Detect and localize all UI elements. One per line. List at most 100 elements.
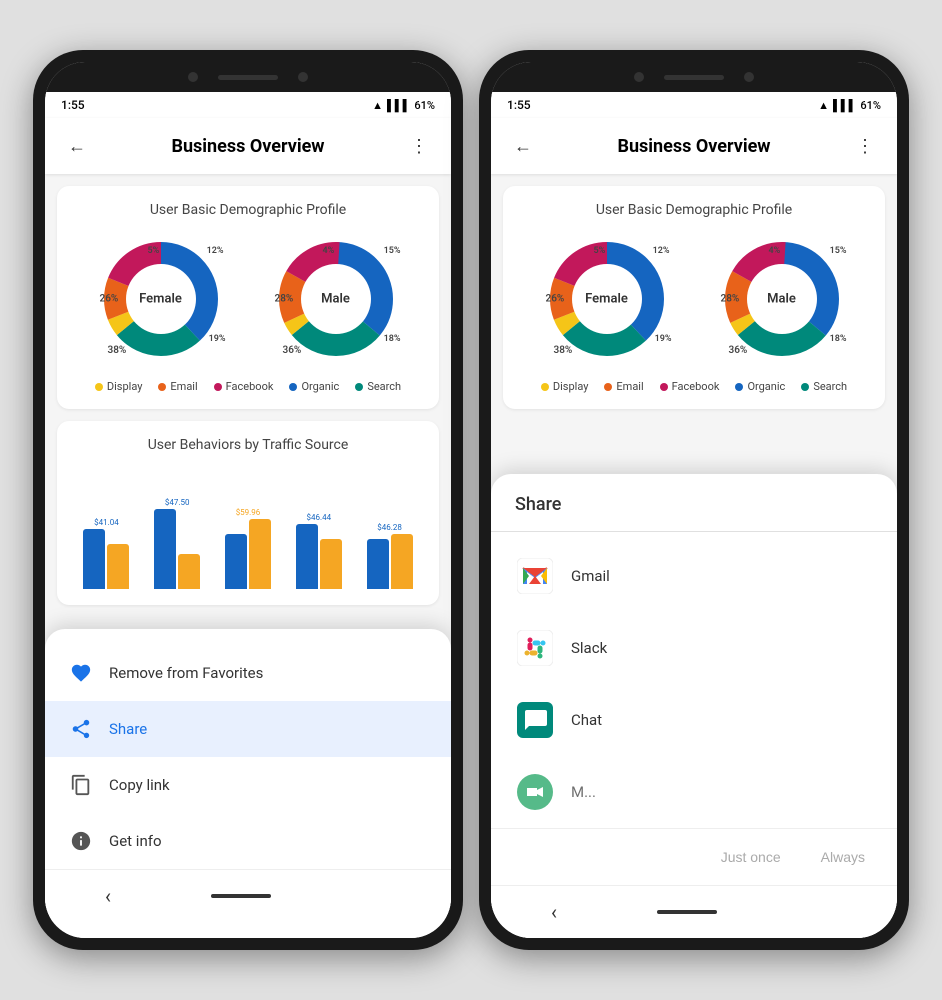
right-battery-icon: 61%: [860, 99, 881, 112]
meet-icon: [515, 772, 555, 812]
meet-label: M...: [571, 783, 596, 801]
r-email-dot: [604, 383, 612, 391]
share-footer: Just once Always: [491, 828, 897, 885]
share-icon: [69, 717, 93, 741]
phones-container: 1:55 ▲ ▌▌▌ 61% ← Business Overview ⋮ Use…: [33, 50, 909, 950]
right-menu-button[interactable]: ⋮: [849, 130, 881, 162]
share-sheet: Share: [491, 474, 897, 938]
meet-item[interactable]: M...: [491, 756, 897, 828]
bar-col-4: $46.44: [296, 513, 342, 589]
app-bar: ← Business Overview ⋮: [45, 118, 451, 174]
bar-1b: [107, 544, 129, 589]
male-pct-email: 15%: [384, 246, 401, 256]
page-title: Business Overview: [171, 136, 324, 157]
r-male-pct-fb: 18%: [830, 334, 847, 344]
remove-favorites-item[interactable]: Remove from Favorites: [45, 645, 451, 701]
bar-5b: [391, 534, 413, 589]
share-item[interactable]: Share: [45, 701, 451, 757]
legend-email: Email: [158, 380, 197, 393]
bar-label-3: $59.96: [236, 508, 261, 517]
female-pct-display: 5%: [148, 246, 160, 256]
bar-label-1: $41.04: [94, 518, 119, 527]
legend-facebook: Facebook: [214, 380, 274, 393]
slack-icon: [515, 628, 555, 668]
chat-item[interactable]: Chat: [491, 684, 897, 756]
right-wifi-icon: ▲: [818, 99, 829, 112]
bar-label-2: $47.50: [165, 498, 190, 507]
share-label: Share: [109, 720, 147, 738]
back-nav-right[interactable]: ‹: [531, 896, 577, 928]
back-nav-left[interactable]: ‹: [85, 880, 131, 912]
r-organic-dot: [735, 383, 743, 391]
bar-group-2: [154, 509, 200, 589]
slack-item[interactable]: Slack: [491, 612, 897, 684]
home-indicator-left: [211, 894, 271, 898]
right-male-label: Male: [767, 292, 796, 307]
right-legend-email: Email: [604, 380, 643, 393]
chat-icon: [515, 700, 555, 740]
bar-label-5: $46.28: [377, 523, 402, 532]
chat-label: Chat: [571, 711, 602, 729]
right-top-camera-bar: [491, 62, 897, 92]
demographic-card: User Basic Demographic Profile: [57, 186, 439, 409]
get-info-item[interactable]: Get info: [45, 813, 451, 869]
male-donut: Male 28% 4% 15% 18% 36%: [271, 234, 401, 364]
male-pct-organic: 28%: [275, 294, 294, 305]
left-phone-inner: 1:55 ▲ ▌▌▌ 61% ← Business Overview ⋮ Use…: [45, 62, 451, 938]
bar-group-5: [367, 534, 413, 589]
bar-col-3: $59.96: [225, 508, 271, 589]
right-male-donut: Male 28% 4% 15% 18% 36%: [717, 234, 847, 364]
bar-col-5: $46.28: [367, 523, 413, 589]
male-pct-fb: 18%: [384, 334, 401, 344]
r-female-pct-blue: 38%: [554, 345, 573, 356]
right-speaker: [664, 75, 724, 80]
right-female-donut: Female 26% 5% 12% 19% 38%: [542, 234, 672, 364]
right-camera-dot-right: [744, 72, 754, 82]
signal-icon: ▌▌▌: [387, 99, 410, 112]
info-icon: [69, 829, 93, 853]
wifi-icon: ▲: [372, 99, 383, 112]
charts-row: Female 26% 5% 12% 19% 38%: [73, 234, 423, 364]
just-once-button[interactable]: Just once: [705, 841, 797, 873]
status-bar: 1:55 ▲ ▌▌▌ 61%: [45, 92, 451, 118]
camera-dot-right: [298, 72, 308, 82]
r-female-pct-organic: 26%: [546, 294, 565, 305]
right-signal-icon: ▌▌▌: [833, 99, 856, 112]
remove-favorites-label: Remove from Favorites: [109, 664, 263, 682]
female-donut: Female 26% 5% 12% 19% 38%: [96, 234, 226, 364]
demographic-title: User Basic Demographic Profile: [73, 202, 423, 218]
bar-chart: $41.04 $47.50: [73, 469, 423, 589]
speaker: [218, 75, 278, 80]
r-female-pct-display: 5%: [594, 246, 606, 256]
always-button[interactable]: Always: [805, 841, 881, 873]
gmail-item[interactable]: Gmail: [491, 540, 897, 612]
right-phone: 1:55 ▲ ▌▌▌ 61% ← Business Overview ⋮ Use…: [479, 50, 909, 950]
display-dot: [95, 383, 103, 391]
home-indicator-right: [657, 910, 717, 914]
bar-4b: [320, 539, 342, 589]
facebook-dot: [214, 383, 222, 391]
copy-link-item[interactable]: Copy link: [45, 757, 451, 813]
copy-link-label: Copy link: [109, 776, 170, 794]
organic-dot: [289, 383, 297, 391]
phone-nav-left: ‹: [45, 869, 451, 922]
bar-col-1: $41.04: [83, 518, 129, 589]
chart-legend: Display Email Facebook Organic: [73, 380, 423, 393]
bar-3b: [249, 519, 271, 589]
bar-group-1: [83, 529, 129, 589]
traffic-title: User Behaviors by Traffic Source: [73, 437, 423, 453]
bar-col-2: $47.50: [154, 498, 200, 589]
right-phone-inner: 1:55 ▲ ▌▌▌ 61% ← Business Overview ⋮ Use…: [491, 62, 897, 938]
r-male-pct-display: 4%: [769, 246, 781, 256]
gmail-icon: [515, 556, 555, 596]
right-back-button[interactable]: ←: [507, 130, 539, 162]
right-page-title: Business Overview: [617, 136, 770, 157]
right-charts-row: Female 26% 5% 12% 19% 38%: [519, 234, 869, 364]
right-time: 1:55: [507, 98, 531, 112]
legend-search: Search: [355, 380, 401, 393]
right-demographic-card: User Basic Demographic Profile: [503, 186, 885, 409]
back-button[interactable]: ←: [61, 130, 93, 162]
menu-button[interactable]: ⋮: [403, 130, 435, 162]
heart-icon: [69, 661, 93, 685]
slack-label: Slack: [571, 639, 607, 657]
